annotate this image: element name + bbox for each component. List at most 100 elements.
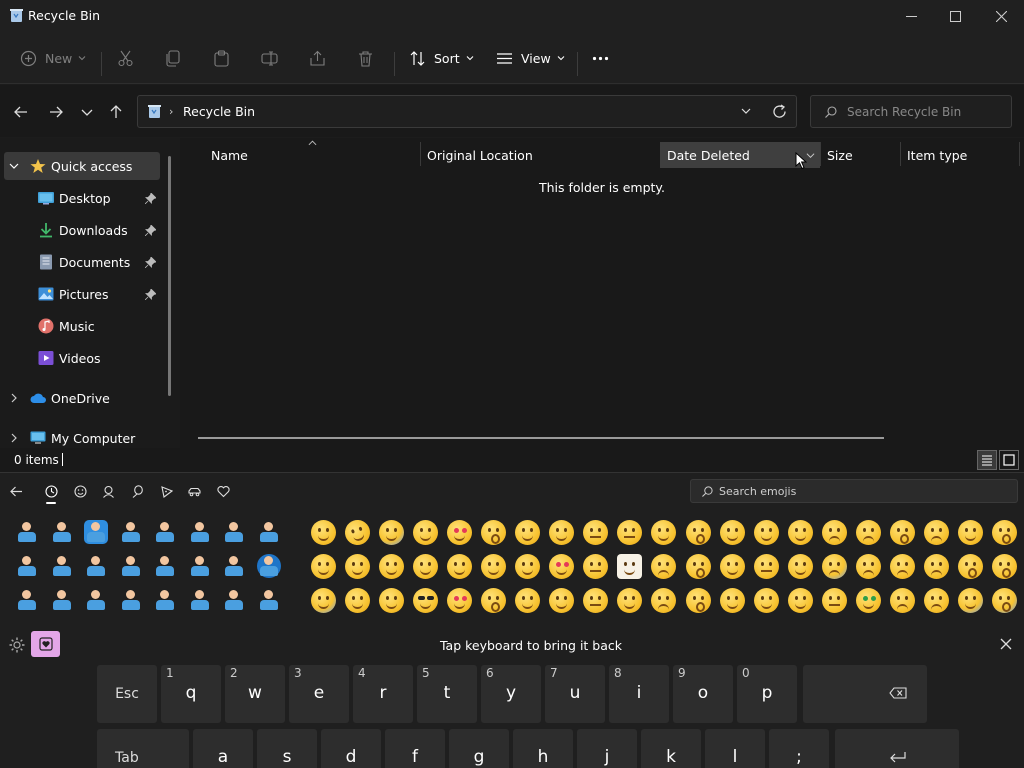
emoji-item[interactable] [920,515,954,549]
emoji-item[interactable] [681,549,715,583]
column-header-name[interactable]: Name [200,140,420,168]
emoji-item[interactable] [988,549,1022,583]
emoji-item[interactable] [579,549,613,583]
emoji-item[interactable] [647,583,681,617]
emoji-item[interactable] [817,583,851,617]
emoji-tab-recent[interactable] [41,481,61,504]
minimize-button[interactable] [888,0,934,32]
pin-icon[interactable] [145,224,156,236]
emoji-item[interactable] [374,583,408,617]
emoji-item[interactable] [886,583,920,617]
up-button[interactable] [105,101,127,123]
chevron-right-icon[interactable] [9,433,19,443]
key-t[interactable]: 5t [417,665,477,723]
key-w[interactable]: 2w [225,665,285,723]
emoji-item[interactable] [10,549,45,583]
refresh-icon[interactable] [772,104,787,119]
pin-icon[interactable] [145,256,156,268]
forward-button[interactable] [45,101,67,123]
sidebar-item-documents[interactable]: Documents [0,248,160,276]
key-u[interactable]: 7u [545,665,605,723]
emoji-item[interactable] [511,515,545,549]
key-enter[interactable] [835,729,959,768]
key-backspace[interactable] [803,665,927,723]
emoji-item[interactable] [954,549,988,583]
emoji-tab-smileys[interactable] [70,481,90,501]
emoji-item[interactable] [217,549,252,583]
emoji-item[interactable] [954,583,988,617]
close-window-button[interactable] [978,0,1024,32]
copy-button[interactable] [165,42,182,74]
sidebar-item-desktop[interactable]: Desktop [0,184,160,212]
emoji-back-button[interactable] [6,481,26,501]
pin-icon[interactable] [145,192,156,204]
key-f[interactable]: f [385,729,445,768]
emoji-tab-food[interactable] [156,481,176,501]
emoji-item[interactable] [340,583,374,617]
breadcrumb-chevron-icon[interactable]: › [169,105,173,118]
emoji-item[interactable] [988,583,1022,617]
emoji-item[interactable] [681,583,715,617]
emoji-item[interactable] [79,549,114,583]
rename-button[interactable] [261,42,278,74]
emoji-item[interactable] [579,515,613,549]
emoji-item[interactable] [340,549,374,583]
emoji-item[interactable] [306,515,340,549]
emoji-item[interactable] [613,583,647,617]
emoji-item[interactable] [681,515,715,549]
emoji-item[interactable] [252,515,287,549]
emoji-item[interactable] [783,549,817,583]
sidebar-item-downloads[interactable]: Downloads [0,216,160,244]
emoji-item[interactable] [988,515,1022,549]
emoji-item[interactable] [545,515,579,549]
emoji-item[interactable] [511,583,545,617]
emoji-item[interactable] [476,515,510,549]
emoji-item[interactable] [340,515,374,549]
emoji-item[interactable] [217,583,252,617]
emoji-item[interactable] [183,583,218,617]
emoji-item[interactable] [408,549,442,583]
key-l[interactable]: l [705,729,765,768]
emoji-item[interactable] [217,515,252,549]
key-o[interactable]: 9o [673,665,733,723]
column-divider[interactable] [1019,142,1020,166]
new-button[interactable]: New [20,42,86,74]
emoji-item[interactable] [408,583,442,617]
emoji-item[interactable] [408,515,442,549]
pin-icon[interactable] [145,288,156,300]
emoji-item[interactable] [783,583,817,617]
key-a[interactable]: a [193,729,253,768]
emoji-tab-people[interactable] [98,481,118,501]
emoji-item[interactable] [817,549,851,583]
key-i[interactable]: 8i [609,665,669,723]
emoji-tab-transport[interactable] [184,481,204,501]
emoji-item[interactable] [715,583,749,617]
emoji-item[interactable] [183,515,218,549]
share-button[interactable] [309,42,326,74]
emoji-item[interactable] [114,515,149,549]
emoji-item[interactable] [79,583,114,617]
address-bar[interactable]: › Recycle Bin [137,95,797,128]
emoji-item[interactable] [852,583,886,617]
emoji-item[interactable] [715,515,749,549]
address-dropdown-icon[interactable] [740,105,752,117]
emoji-item[interactable] [183,549,218,583]
emoji-item[interactable] [374,515,408,549]
emoji-item[interactable] [545,549,579,583]
emoji-item[interactable] [10,583,45,617]
view-button[interactable]: View [496,42,565,74]
details-view-button[interactable] [977,450,997,470]
key-j[interactable]: j [577,729,637,768]
key-e[interactable]: 3e [289,665,349,723]
emoji-item[interactable] [647,549,681,583]
key-esc[interactable]: Esc [97,665,157,723]
see-more-button[interactable] [592,42,609,74]
emoji-item[interactable] [545,583,579,617]
emoji-item[interactable] [920,549,954,583]
key-r[interactable]: 4r [353,665,413,723]
emoji-item[interactable] [749,515,783,549]
emoji-item[interactable] [306,549,340,583]
emoji-item[interactable] [613,549,647,583]
emoji-item[interactable] [749,549,783,583]
emoji-item[interactable] [10,515,45,549]
